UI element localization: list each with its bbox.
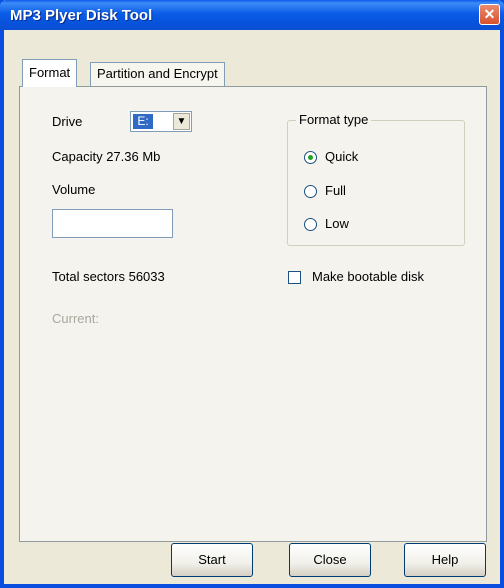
chevron-down-icon[interactable]: ▼ [173,113,190,130]
help-button[interactable]: Help [404,543,486,577]
total-sectors-text: Total sectors 56033 [52,269,165,284]
title-bar[interactable]: MP3 Plyer Disk Tool ✕ [0,0,504,30]
capacity-text: Capacity 27.36 Mb [52,149,161,164]
tab-label: Partition and Encrypt [97,66,218,81]
radio-full-label[interactable]: Full [325,183,346,198]
close-icon: ✕ [483,6,496,22]
current-label: Current: [52,311,99,326]
tab-format[interactable]: Format [22,59,78,87]
volume-input[interactable] [52,209,173,238]
radio-full[interactable] [304,185,317,198]
radio-quick[interactable] [304,151,317,164]
drive-label: Drive [52,114,83,129]
tab-label: Format [29,65,71,80]
bootable-checkbox[interactable] [288,271,301,284]
volume-label: Volume [52,182,96,197]
window-title: MP3 Plyer Disk Tool [10,7,153,24]
radio-low-label[interactable]: Low [325,216,349,231]
close-button[interactable]: Close [289,543,371,577]
format-type-legend: Format type [296,112,372,127]
tab-partition-and-encrypt[interactable]: Partition and Encrypt [90,62,225,86]
radio-quick-label[interactable]: Quick [325,149,358,164]
radio-low[interactable] [304,218,317,231]
bootable-label[interactable]: Make bootable disk [312,269,424,284]
drive-select[interactable]: E: ▼ [130,111,192,132]
drive-selected-value: E: [133,114,153,129]
start-button[interactable]: Start [171,543,253,577]
close-window-button[interactable]: ✕ [479,4,500,25]
